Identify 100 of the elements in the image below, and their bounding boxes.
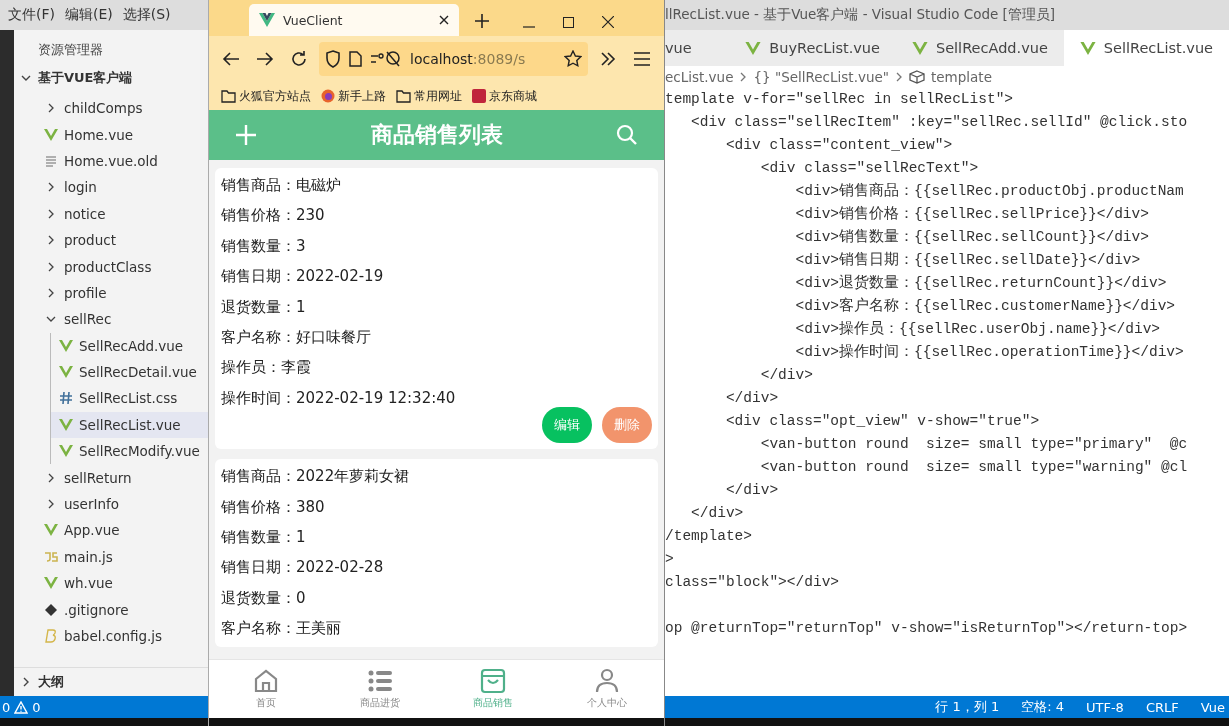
shield-icon — [325, 50, 341, 68]
hash-icon — [59, 392, 73, 405]
nav-tab[interactable]: 个人中心 — [550, 660, 664, 718]
chevron-icon — [20, 73, 32, 83]
code-line: <div>销售商品：{{sellRec.productObj.productNam — [794, 183, 1184, 199]
vue-file-icon — [59, 339, 73, 352]
tree-item[interactable]: sellRec — [44, 306, 208, 333]
breadcrumb-item[interactable]: {} "SellRecList.vue" — [753, 69, 889, 85]
tree-item[interactable]: main.js — [44, 543, 208, 571]
menu-item[interactable]: 文件(F) — [8, 6, 55, 24]
tree-item[interactable]: App.vue — [44, 517, 208, 544]
vue-file-icon — [59, 366, 73, 379]
vue-file-icon — [44, 577, 58, 590]
code-line: <div>操作时间：{{sellRec.operationTime}}</div> — [794, 344, 1184, 360]
status-item[interactable]: UTF-8 — [1086, 699, 1124, 715]
code-line: <div class="sellRecItem" :key="sellRec.sellId" @click.sto — [690, 114, 1188, 130]
bookmark[interactable]: 火狐官方站点 — [221, 87, 311, 105]
cube-icon — [909, 70, 925, 84]
babel-file-icon — [44, 629, 58, 643]
breadcrumb-item[interactable]: template — [931, 69, 992, 85]
browser-tab[interactable]: VueClient — [249, 4, 459, 36]
record-card[interactable]: 销售商品：2022年萝莉女裙 销售价格：380 销售数量：1 销售日期：2022-02-28 退货数量：0 客户名称：王美丽 — [215, 459, 658, 648]
code-line: <div>销售价格：{{sellRec.sellPrice}}</div> — [794, 206, 1149, 222]
editor-tab[interactable]: SellRecList.vue — [1063, 30, 1229, 66]
git-file-icon — [44, 603, 58, 616]
code-line: </div> — [724, 482, 779, 498]
tree-item[interactable]: product — [44, 226, 208, 254]
record-field: 退货数量：0 — [221, 582, 652, 614]
js-file-icon — [44, 551, 58, 562]
explorer-title: 资源管理器 — [37, 41, 104, 59]
code-line: class="block"></div> — [665, 574, 840, 590]
record-field: 销售价格：230 — [221, 200, 652, 231]
nav-tab[interactable]: 商品进货 — [322, 660, 437, 718]
breadcrumb-item[interactable]: ecList.vue — [665, 69, 734, 85]
editor-tab[interactable]: vue — [665, 30, 730, 66]
record-field: 销售商品：电磁炉 — [221, 170, 652, 201]
record-field: 客户名称：好口味餐厅 — [221, 321, 652, 353]
error-count[interactable]: 0 — [2, 699, 11, 715]
tree-item[interactable]: .gitignore — [44, 596, 208, 623]
project-header[interactable]: 基于VUE客户端 — [14, 67, 208, 95]
code-line: template v-for="sellRec in sellRecList"> — [665, 91, 1014, 107]
tree-item[interactable]: sellReturn — [44, 464, 208, 491]
tree-item[interactable]: Home.vue.old — [44, 147, 208, 175]
tree-item[interactable]: productClass — [44, 253, 208, 280]
record-field: 退货数量：1 — [221, 291, 652, 322]
code-line: <div>客户名称：{{sellRec.customerName}}</div> — [794, 298, 1176, 314]
chevron-icon — [895, 72, 903, 82]
code-line: </div> — [690, 505, 744, 521]
code-line: op @returnTop="returnTop" v-show="isReturnTop"></return-top> — [665, 620, 1188, 636]
new-tab-icon[interactable] — [475, 14, 489, 28]
bookmark[interactable]: 新手上路 — [321, 87, 386, 105]
chevron-icon — [739, 72, 748, 82]
tree-item[interactable]: childComps — [44, 95, 208, 122]
bookmark[interactable]: 京东商城 — [472, 87, 537, 105]
nav-tab[interactable]: 首页 — [209, 660, 323, 718]
status-item[interactable]: Vue — [1200, 699, 1225, 715]
record-field: 销售日期：2022-02-19 — [221, 261, 652, 292]
tree-item[interactable]: Home.vue — [44, 121, 208, 148]
record-field: 销售价格：380 — [221, 491, 652, 522]
list-icon — [366, 668, 393, 694]
vue-logo-icon — [259, 13, 275, 27]
code-line: </div> — [759, 367, 813, 383]
vue-file-icon — [59, 418, 73, 431]
menu-item[interactable]: 选择(S) — [122, 6, 171, 24]
code-line: <div>退货数量：{{sellRec.returnCount}}</div> — [794, 275, 1167, 291]
code-line: <div class="sellRecText"> — [759, 160, 979, 176]
close-icon[interactable] — [602, 16, 614, 28]
tree-item[interactable]: babel.config.js — [44, 622, 208, 650]
text-file-icon — [44, 154, 58, 167]
record-field: 客户名称：王美丽 — [221, 613, 652, 644]
window-title: llRecList.vue - 基于Vue客户端 - Visual Studio Code [管理员] — [665, 0, 1229, 30]
status-item[interactable]: 行 1，列 1 — [935, 698, 1000, 716]
vue-file-icon — [1079, 41, 1096, 55]
warning-count[interactable]: 0 — [32, 699, 41, 715]
code-line: > — [665, 551, 674, 567]
status-item[interactable]: 空格: 4 — [1021, 698, 1064, 716]
status-item[interactable]: CRLF — [1145, 699, 1179, 715]
home-icon — [252, 668, 279, 694]
shopping-bag-icon — [480, 668, 507, 694]
vue-file-icon — [745, 41, 762, 55]
code-line: <van-button round size= small type="primary" @c — [759, 436, 1188, 452]
record-field: 销售商品：2022年萝莉女裙 — [221, 461, 652, 492]
vue-file-icon — [44, 524, 58, 537]
tree-item[interactable]: userInfo — [44, 490, 208, 518]
tree-item[interactable]: login — [44, 174, 208, 201]
maximize-icon[interactable] — [563, 17, 574, 28]
menu-item[interactable]: 编辑(E) — [65, 6, 113, 24]
editor-tab[interactable]: SellRecAdd.vue — [895, 30, 1064, 66]
tree-item[interactable]: profile — [44, 279, 208, 307]
close-tab-icon[interactable] — [439, 15, 449, 25]
tree-item[interactable]: notice — [44, 200, 208, 227]
vue-file-icon — [59, 445, 73, 458]
bookmark[interactable]: 常用网址 — [396, 87, 462, 105]
record-field: 操作员：李霞 — [221, 352, 652, 383]
tree-item[interactable]: wh.vue — [44, 570, 208, 597]
tree-item[interactable]: SellRecList.vue — [50, 411, 208, 439]
editor-tab[interactable]: BuyRecList.vue — [729, 30, 896, 66]
vue-file-icon — [44, 128, 58, 141]
star-icon[interactable] — [564, 50, 582, 68]
address-bar[interactable]: localhost:8089/s — [319, 42, 588, 76]
